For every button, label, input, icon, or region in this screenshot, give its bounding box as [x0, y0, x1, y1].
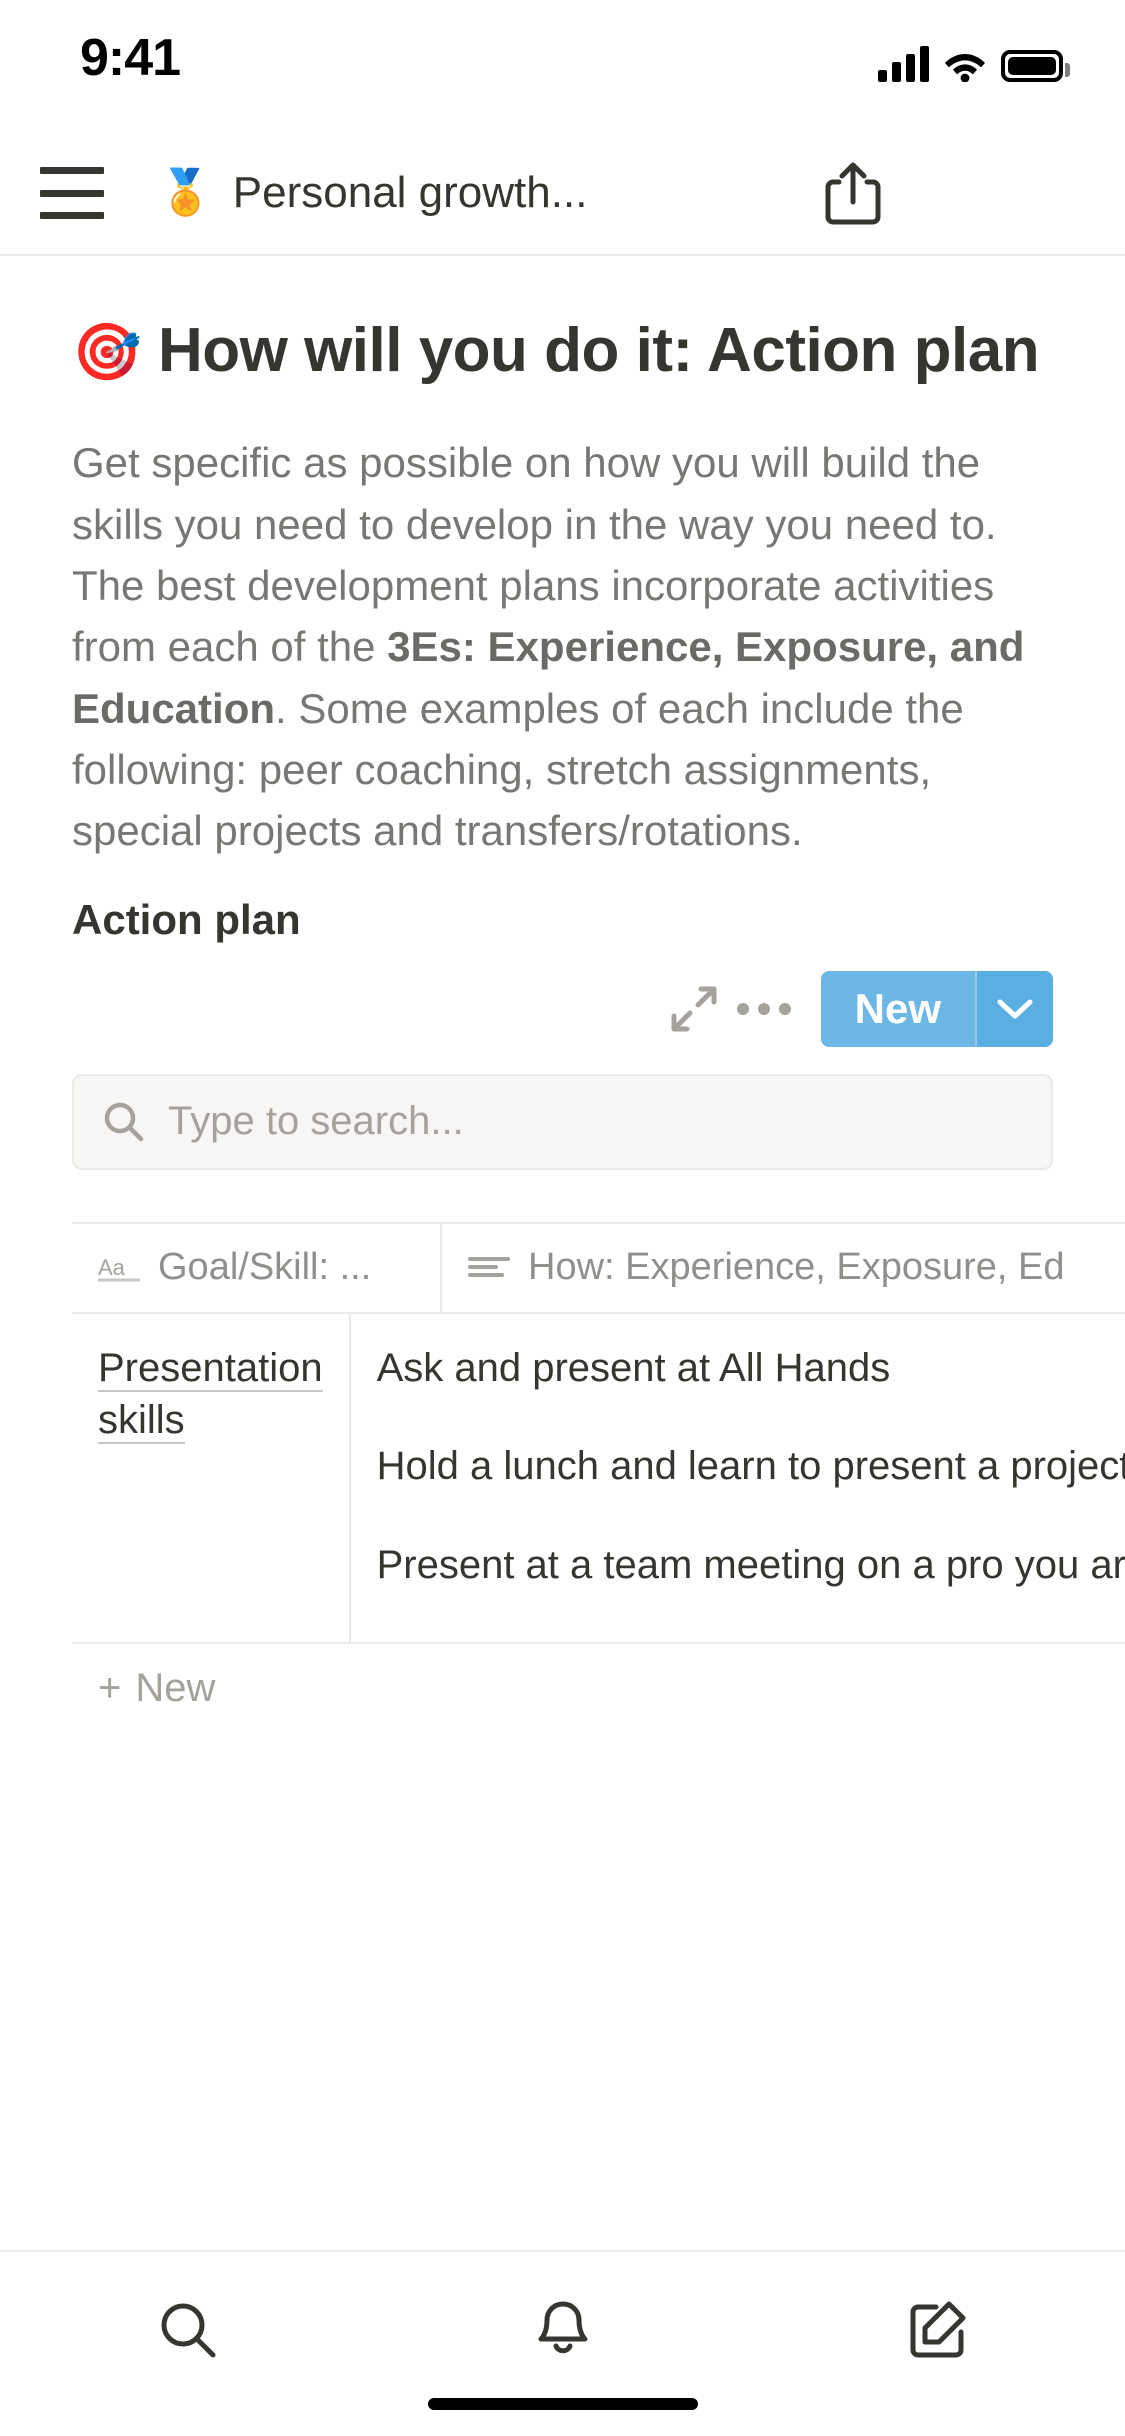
- cell-how[interactable]: Ask and present at All Hands Hold a lunc…: [351, 1314, 1125, 1642]
- cell-how-line: Hold a lunch and learn to present a proj…: [376, 1444, 1125, 1489]
- status-bar-time: 9:41: [80, 29, 181, 87]
- new-button[interactable]: New: [820, 970, 975, 1047]
- chevron-down-icon[interactable]: [975, 970, 1053, 1047]
- battery-full-icon: [1001, 50, 1070, 82]
- table-new-row-label: New: [135, 1666, 216, 1711]
- share-icon[interactable]: [819, 159, 887, 227]
- bell-icon: [534, 2299, 592, 2361]
- text-type-icon: Aa: [98, 1253, 140, 1283]
- cellular-bars-icon: [878, 46, 929, 82]
- rich-text-icon: [468, 1253, 510, 1283]
- compose-icon: [907, 2299, 969, 2361]
- column-header-how[interactable]: How: Experience, Exposure, Ed: [442, 1224, 1125, 1312]
- cell-how-line: Present at a team meeting on a pro you a…: [376, 1543, 1125, 1588]
- hamburger-menu-icon[interactable]: [40, 167, 104, 219]
- ellipsis-icon[interactable]: [729, 974, 799, 1044]
- tab-new-page[interactable]: [750, 2284, 1125, 2376]
- database-table: Aa Goal/Skill: ... How: Experience, Expo…: [72, 1221, 1125, 1734]
- target-emoji: 🎯: [72, 320, 142, 383]
- cell-goal-skill[interactable]: Presentation skills: [72, 1313, 351, 1642]
- status-bar: 9:41: [0, 0, 1125, 132]
- bottom-tab-bar: [0, 2250, 1125, 2436]
- page-title-text: How will you do it: Action plan: [157, 316, 1040, 385]
- table-row[interactable]: Presentation skills Ask and present at A…: [72, 1313, 1125, 1644]
- table-header-row: Aa Goal/Skill: ... How: Experience, Expo…: [72, 1221, 1125, 1314]
- breadcrumb[interactable]: Personal growth...: [233, 168, 588, 218]
- body-paragraph: Get specific as possible on how you will…: [72, 432, 1053, 861]
- search-icon: [157, 2299, 219, 2361]
- search-placeholder: Type to search...: [168, 1099, 464, 1144]
- page-content: 🎯 How will you do it: Action plan Get sp…: [0, 256, 1125, 2250]
- wifi-icon: [943, 48, 987, 82]
- search-input[interactable]: Type to search...: [72, 1073, 1053, 1170]
- tab-search[interactable]: [0, 2284, 375, 2376]
- column-header-label: How: Experience, Exposure, Ed: [528, 1246, 1065, 1289]
- expand-diagonal-icon[interactable]: [659, 974, 729, 1044]
- column-header-goal-skill[interactable]: Aa Goal/Skill: ...: [72, 1223, 442, 1312]
- page-title: 🎯 How will you do it: Action plan: [72, 314, 1055, 388]
- home-indicator: [427, 2398, 698, 2410]
- screen: 9:41 🏅 Personal growth... 🎯 How will you…: [0, 0, 1125, 2436]
- search-icon: [102, 1100, 146, 1144]
- svg-text:Aa: Aa: [98, 1255, 126, 1280]
- cell-how-line: Ask and present at All Hands: [376, 1345, 891, 1390]
- status-bar-indicators: [878, 38, 1070, 82]
- plus-icon: +: [98, 1666, 122, 1711]
- table-new-row-button[interactable]: + New: [72, 1644, 1125, 1734]
- database-toolbar: New: [72, 970, 1053, 1048]
- page-emoji: 🏅: [158, 168, 213, 217]
- cell-goal-skill-text: Presentation skills: [98, 1345, 323, 1445]
- navigation-bar: 🏅 Personal growth...: [0, 132, 1125, 256]
- tab-updates[interactable]: [375, 2284, 750, 2376]
- new-button-group: New: [820, 970, 1053, 1047]
- column-header-label: Goal/Skill: ...: [158, 1246, 372, 1289]
- section-heading: Action plan: [72, 895, 301, 943]
